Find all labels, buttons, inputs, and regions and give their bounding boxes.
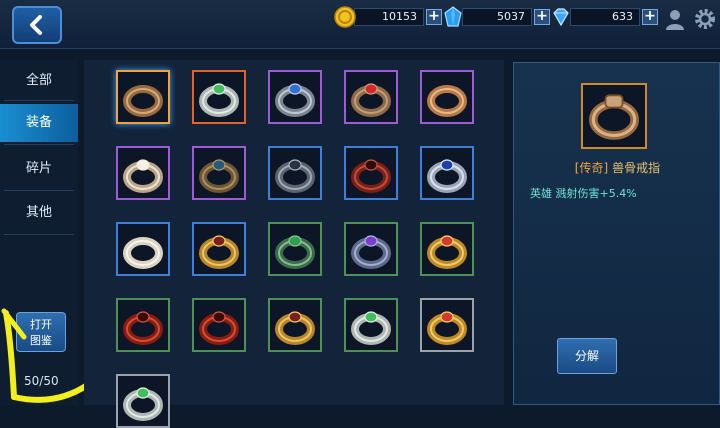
inventory-grid (84, 60, 504, 428)
inventory-slot[interactable] (420, 222, 474, 276)
tab-all[interactable]: 全部 (0, 62, 78, 100)
add-crystal-button[interactable]: + (534, 9, 550, 25)
inventory-slot[interactable] (268, 222, 322, 276)
gold-band-icon (199, 235, 239, 269)
bone-ring-icon (123, 85, 163, 117)
inventory-slot[interactable] (268, 298, 322, 352)
diamond-icon (553, 8, 569, 27)
bone-ring-icon (589, 94, 639, 140)
pearl-ring-icon (123, 159, 163, 193)
inventory-slot[interactable] (344, 298, 398, 352)
inventory-slot[interactable] (420, 298, 474, 352)
inventory-slot[interactable] (420, 70, 474, 124)
sapphire-ring-icon (427, 159, 467, 193)
item-attribute: 英雄 溅射伤害+5.4% (530, 187, 637, 200)
tab-divider (4, 144, 74, 145)
carved-ring-icon (427, 85, 467, 117)
inventory-slot[interactable] (116, 298, 170, 352)
crystal-amount: 5037 (462, 8, 532, 26)
inventory-slot[interactable] (344, 146, 398, 200)
inventory-slot[interactable] (344, 70, 398, 124)
inventory-slot[interactable] (420, 146, 474, 200)
inventory-slot[interactable] (344, 222, 398, 276)
red-ring-icon (199, 311, 239, 345)
gold-currency: 10153 + (334, 6, 442, 28)
chevron-left-icon (30, 15, 42, 35)
blue-crystal-icon (444, 6, 462, 27)
add-diamond-button[interactable]: + (642, 9, 658, 25)
profile-icon[interactable] (662, 6, 688, 32)
tab-divider (4, 190, 74, 191)
inventory-slot[interactable] (268, 70, 322, 124)
gold-band-icon (275, 311, 315, 345)
inventory-slot[interactable] (116, 374, 170, 428)
square-gem-ring-icon (275, 83, 315, 117)
inventory-slot[interactable] (116, 70, 170, 124)
gold-amount: 10153 (354, 8, 424, 26)
settings-gear-icon[interactable] (692, 6, 718, 32)
claw-ring-icon (275, 159, 315, 193)
silver-ring-icon (199, 83, 239, 117)
gold-coin-icon (334, 6, 356, 28)
crystal-currency: 5037 + (444, 6, 550, 27)
jeweled-gold-ring-icon (427, 235, 467, 269)
tab-fragments[interactable]: 碎片 (0, 150, 78, 188)
item-detail-panel: [传奇] 兽骨戒指 英雄 溅射伤害+5.4% 分解 (513, 62, 720, 405)
decompose-button[interactable]: 分解 (557, 338, 617, 374)
silver-ring-icon (351, 311, 391, 345)
item-name-line: [传奇] 兽骨戒指 (514, 159, 720, 176)
silver-ring-icon (123, 387, 163, 421)
red-ring-icon (123, 311, 163, 345)
item-name: 兽骨戒指 (612, 161, 661, 175)
inventory-slot[interactable] (116, 146, 170, 200)
inventory-slot[interactable] (192, 298, 246, 352)
inventory-slot[interactable] (192, 146, 246, 200)
ivory-ring-icon (123, 237, 163, 269)
inventory-slot[interactable] (268, 146, 322, 200)
item-rarity: [传奇] (574, 161, 609, 175)
signet-ring-icon (199, 159, 239, 193)
tab-divider (4, 234, 74, 235)
amethyst-ring-icon (351, 235, 391, 269)
diamond-amount: 633 (570, 8, 640, 26)
tab-other[interactable]: 其他 (0, 194, 78, 232)
tab-equipment[interactable]: 装备 (0, 104, 78, 142)
tab-divider (4, 100, 74, 101)
inventory-slot[interactable] (192, 222, 246, 276)
back-button[interactable] (12, 6, 62, 44)
ruby-ring-icon (351, 83, 391, 117)
jeweled-gold-ring-icon (427, 311, 467, 345)
dark-ring-icon (351, 159, 391, 193)
inventory-slot[interactable] (116, 222, 170, 276)
jade-band-icon (275, 235, 315, 269)
add-gold-button[interactable]: + (426, 9, 442, 25)
top-bar: 10153 + 5037 + 633 + (0, 0, 720, 49)
inventory-slot[interactable] (192, 70, 246, 124)
detail-item-frame (581, 83, 647, 149)
diamond-currency: 633 + (553, 8, 658, 27)
